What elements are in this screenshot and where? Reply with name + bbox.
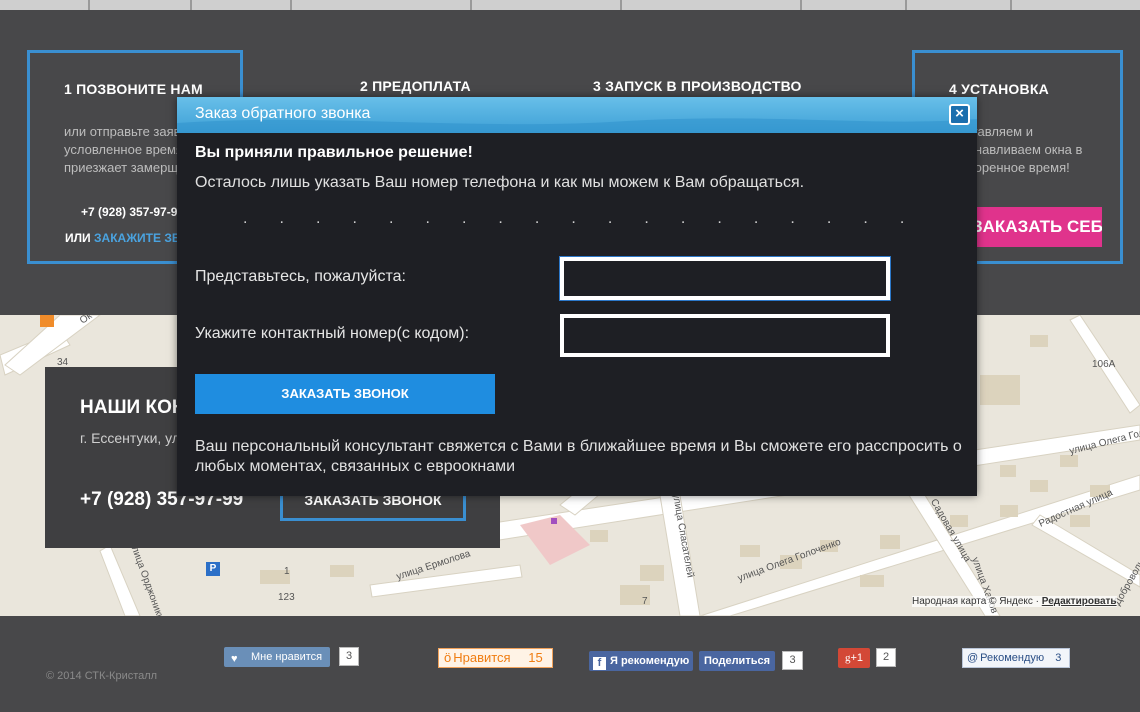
vk-like-count: 3 — [339, 647, 359, 666]
ok-like-label: Нравится — [453, 650, 511, 665]
phone-label: Укажите контактный номер(с кодом): — [195, 325, 470, 342]
name-label: Представьтесь, пожалуйста: — [195, 268, 406, 285]
fb-recommend-label: Я рекомендую — [610, 655, 690, 667]
step-1-title: 1 ПОЗВОНИТЕ НАМ — [64, 81, 203, 97]
map-attribution: Народная карта © Яндекс · Редактировать — [912, 596, 1117, 607]
odnoklassniki-icon: ö — [444, 650, 452, 665]
copyright: © 2014 СТК-Кристалл — [46, 670, 158, 682]
phone-input[interactable] — [560, 314, 890, 357]
step-3-title: 3 ЗАПУСК В ПРОИЗВОДСТВО — [593, 78, 802, 94]
ok-like-count: 15 — [528, 650, 543, 665]
facebook-icon: f — [593, 657, 606, 670]
vk-like-button[interactable]: ♥ Мне нравится — [224, 647, 330, 667]
modal-header: Заказ обратного звонка × — [177, 97, 977, 133]
step-1-phone: +7 (928) 357-97-99 — [81, 205, 185, 219]
order-yourself-button[interactable]: ЗАКАЗАТЬ СЕБЕ — [972, 207, 1102, 247]
map-edit-link[interactable]: Редактировать — [1042, 596, 1117, 607]
mailru-label: Рекомендую — [980, 652, 1045, 664]
heart-icon: ♥ — [231, 653, 238, 665]
name-input[interactable] — [560, 257, 890, 300]
step-2-title: 2 ПРЕДОПЛАТА — [360, 78, 471, 94]
mailru-icon: @ — [967, 652, 979, 664]
submit-callback-button[interactable]: ЗАКАЗАТЬ ЗВОНОК — [195, 374, 495, 414]
modal-footer-text: Ваш персональный консультант свяжется с … — [195, 438, 962, 475]
parking-icon: P — [206, 562, 220, 576]
modal-title: Заказ обратного звонка — [195, 105, 371, 122]
fb-share-button[interactable]: Поделиться — [699, 651, 775, 671]
ok-like-button[interactable]: ö Нравится 15 — [438, 648, 553, 668]
map-poi-icon[interactable] — [40, 315, 54, 327]
or-label: ИЛИ — [65, 231, 91, 245]
fb-recommend-button[interactable]: f Я рекомендую — [589, 651, 693, 671]
modal-subheading: Осталось лишь указать Ваш номер телефона… — [195, 174, 805, 191]
gplus-count: 2 — [876, 648, 896, 667]
gplus-button[interactable]: g+1 — [838, 648, 870, 668]
vk-like-label: Мне нравится — [251, 651, 323, 663]
mailru-recommend-button[interactable]: @ Рекомендую 3 — [962, 648, 1070, 668]
dotted-divider: . . . . . . . . . . . . . . . . . . . . … — [243, 210, 913, 227]
gplus-label: +1 — [850, 652, 864, 664]
mailru-count: 3 — [1055, 652, 1062, 664]
fb-share-count: 3 — [782, 651, 803, 670]
map-label: 1 — [284, 566, 290, 577]
footer: © 2014 СТК-Кристалл ♥ Мне нравится 3 ö Нра… — [0, 616, 1140, 712]
step-4-title: 4 УСТАНОВКА — [949, 81, 1049, 97]
map-attribution-text: Народная карта © Яндекс · — [912, 596, 1039, 607]
map-label: 106А — [1092, 359, 1116, 370]
close-icon[interactable]: × — [949, 104, 970, 125]
map-label: 123 — [278, 592, 295, 603]
map-label: 7 — [642, 596, 648, 607]
modal-heading: Вы приняли правильное решение! — [195, 144, 473, 161]
top-image-strip — [0, 0, 1140, 10]
